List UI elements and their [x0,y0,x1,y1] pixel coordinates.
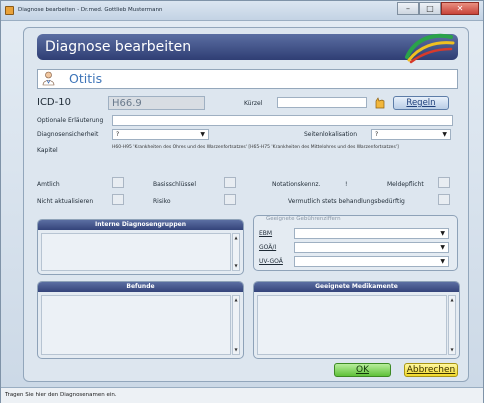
kuerzel-field[interactable] [277,97,367,108]
optional-label: Optionale Erläuterung [37,117,104,124]
optional-field[interactable] [112,115,453,126]
risiko-checkbox[interactable] [224,194,236,205]
vermutlich-checkbox[interactable] [438,194,450,205]
gebuehren-panel: Geeignete Gebührenziffern EBM ▼ GOÄ/I ▼ … [253,215,458,271]
befunde-list[interactable] [41,295,231,355]
scroll-up-icon[interactable]: ▲ [233,297,239,303]
status-bar: Tragen Sie hier den Diagnosenamen ein. [1,387,483,403]
ok-button[interactable]: OK [334,363,391,377]
close-button[interactable]: ✕ [441,2,479,15]
basis-label: Basisschlüssel [153,181,197,188]
befunde-header: Befunde [38,282,243,292]
chevron-down-icon: ▼ [440,244,445,251]
gebuehren-header: Geeignete Gebührenziffern [266,216,341,222]
amtlich-checkbox[interactable] [112,177,124,188]
doctor-icon [42,71,55,86]
sicherheit-select[interactable]: ? ▼ [112,129,209,140]
window: Diagnose bearbeiten - Dr.med. Gottlieb M… [0,0,484,403]
app-icon [5,6,14,15]
window-title: Diagnose bearbeiten - Dr.med. Gottlieb M… [18,7,163,13]
diagnosis-name-input[interactable] [69,70,449,87]
kuerzel-label: Kürzel [244,100,263,107]
medikamente-list[interactable] [257,295,447,355]
chevron-down-icon: ▼ [442,131,447,138]
scroll-up-icon[interactable]: ▲ [449,297,455,303]
maximize-button[interactable]: □ [419,2,441,15]
dialog-header: Diagnose bearbeiten [37,34,458,60]
nicht-akt-label: Nicht aktualisieren [37,198,94,205]
notation-label: Notationskennz. [272,181,321,188]
icd-label: ICD-10 [37,97,71,108]
scroll-down-icon[interactable]: ▼ [449,347,455,353]
logo-icon [405,33,455,64]
minimize-button[interactable]: – [397,2,419,15]
status-text: Tragen Sie hier den Diagnosenamen ein. [5,392,117,398]
befunde-panel: Befunde ▲ ▼ [37,281,244,359]
rules-hand-icon [375,97,385,109]
abbrechen-button[interactable]: Abbrechen [404,363,458,377]
regeln-button[interactable]: Regeln [393,96,449,110]
chevron-down-icon: ▼ [200,131,205,138]
uvgoae-select[interactable]: ▼ [294,256,449,267]
medikamente-panel: Geeignete Medikamente ▲ ▼ [253,281,460,359]
ebm-label: EBM [259,230,273,237]
nicht-akt-checkbox[interactable] [112,194,124,205]
risiko-label: Risiko [153,198,171,205]
melde-checkbox[interactable] [438,177,450,188]
icd-code-input[interactable] [108,96,205,110]
chevron-down-icon: ▼ [440,230,445,237]
basis-checkbox[interactable] [224,177,236,188]
interne-panel: Interne Diagnosengruppen ▲ ▼ [37,219,244,275]
goae-select[interactable]: ▼ [294,242,449,253]
ebm-select[interactable]: ▼ [294,228,449,239]
title-bar: Diagnose bearbeiten - Dr.med. Gottlieb M… [1,1,483,21]
medikamente-header: Geeignete Medikamente [254,282,459,292]
scroll-down-icon[interactable]: ▼ [233,263,239,269]
uvgoae-label: UV-GOÄ [259,258,283,265]
interne-scrollbar[interactable]: ▲ ▼ [232,233,240,271]
seite-select[interactable]: ? ▼ [371,129,451,140]
kapitel-label: Kapitel [37,147,58,154]
melde-label: Meldepflicht [387,181,424,188]
sicherheit-label: Diagnosensicherheit [37,131,99,138]
medikamente-scrollbar[interactable]: ▲ ▼ [448,295,456,355]
amtlich-label: Amtlich [37,181,60,188]
notation-value: ! [345,181,348,188]
dialog-title: Diagnose bearbeiten [45,39,192,55]
befunde-scrollbar[interactable]: ▲ ▼ [232,295,240,355]
interne-list[interactable] [41,233,231,271]
kapitel-text: H60-H95 'Krankheiten des Ohres und des W… [112,145,399,150]
interne-header: Interne Diagnosengruppen [38,220,243,230]
scroll-down-icon[interactable]: ▼ [233,347,239,353]
seite-label: Seitenlokalisation [304,131,358,138]
goae-label: GOÄ/I [259,244,277,251]
chevron-down-icon: ▼ [440,258,445,265]
vermutlich-label: Vermutlich stets behandlungsbedürftig [288,198,405,205]
scroll-up-icon[interactable]: ▲ [233,235,239,241]
